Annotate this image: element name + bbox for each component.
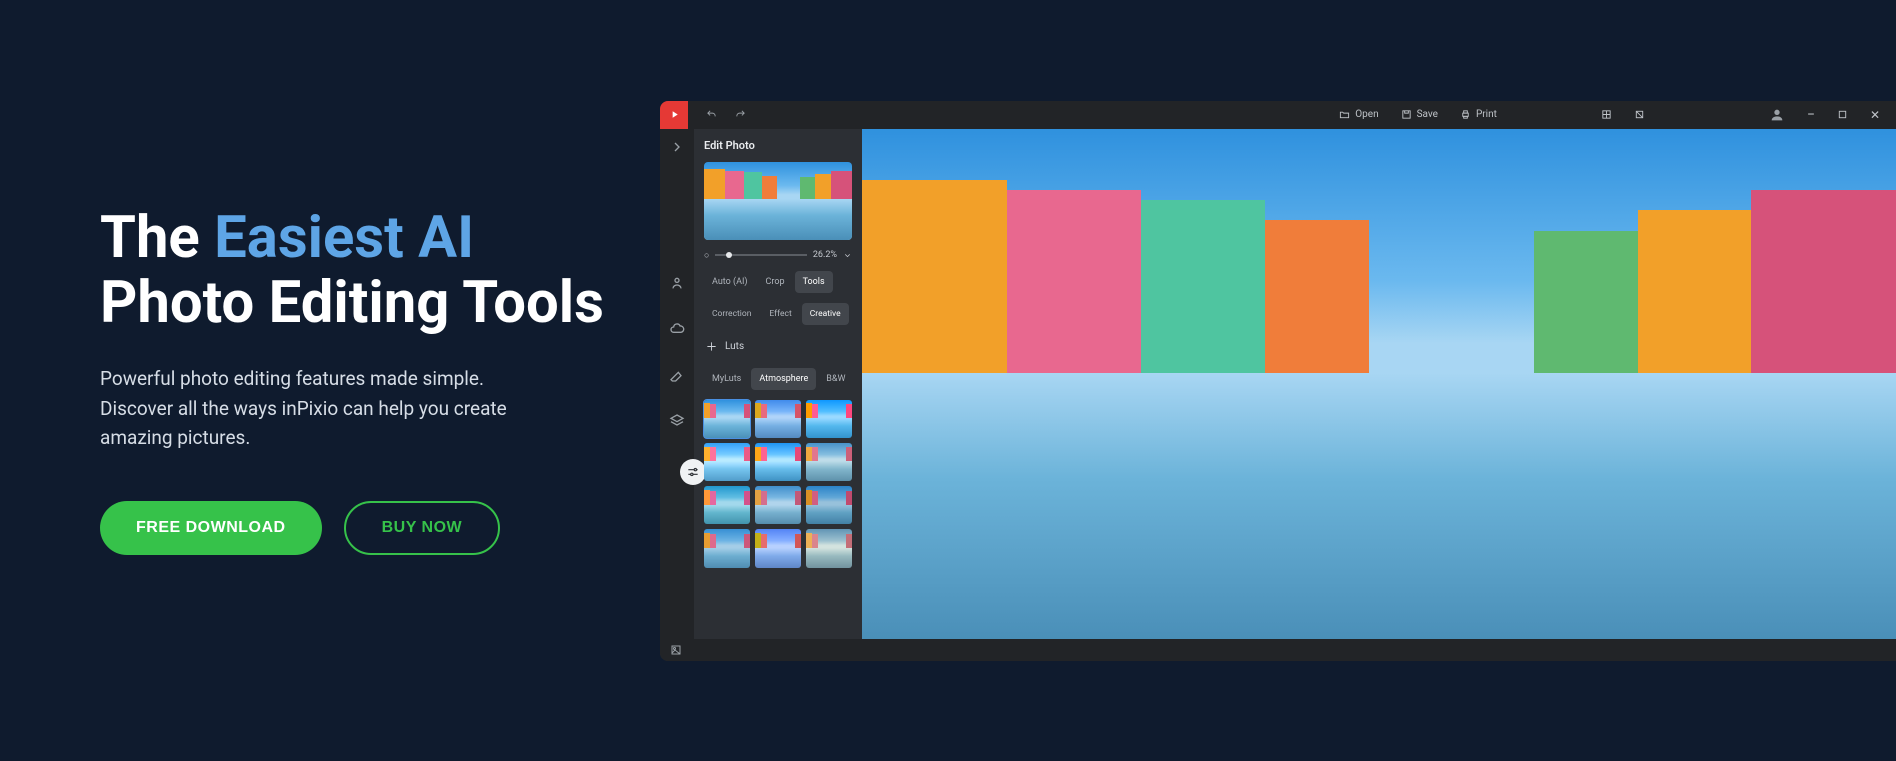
hero-content: The Easiest AI Photo Editing Tools Power… [100, 206, 660, 554]
open-label: Open [1355, 109, 1378, 120]
lut-tab-myluts[interactable]: MyLuts [704, 368, 749, 390]
main-canvas[interactable] [862, 129, 1896, 639]
main-tabs: Auto (AI) Crop Tools [704, 271, 852, 293]
luts-label: Luts [725, 341, 744, 352]
lut-tab-bw[interactable]: B&W [818, 368, 853, 390]
minimize-icon[interactable]: − [1807, 107, 1815, 123]
eraser-icon[interactable] [669, 367, 685, 383]
tab-auto-ai[interactable]: Auto (AI) [704, 271, 756, 293]
tab-tools[interactable]: Tools [795, 271, 833, 293]
lut-thumb[interactable] [806, 486, 852, 524]
app-logo [660, 101, 688, 129]
lut-thumb[interactable] [755, 443, 801, 481]
subtab-effect[interactable]: Effect [761, 303, 799, 325]
lut-thumb[interactable] [806, 443, 852, 481]
hero-description: Powerful photo editing features made sim… [100, 364, 560, 452]
lut-thumb[interactable] [755, 400, 801, 438]
lut-grid [704, 400, 852, 568]
subtab-correction[interactable]: Correction [704, 303, 759, 325]
maximize-icon[interactable] [1837, 109, 1848, 120]
luts-section-header[interactable]: Luts [704, 335, 852, 358]
chevron-right-icon[interactable] [669, 139, 685, 155]
title-post: Photo Editing Tools [100, 269, 604, 337]
layers-icon[interactable] [669, 413, 685, 429]
zoom-row: ○ 26.2% [704, 250, 852, 261]
edit-panel: Edit Photo ○ 26.2% Auto (AI) Crop Tools … [694, 129, 862, 639]
print-icon [1460, 109, 1471, 120]
redo-icon[interactable] [735, 109, 746, 120]
save-icon [1401, 109, 1412, 120]
undo-icon[interactable] [706, 109, 717, 120]
title-pre: The [100, 204, 214, 272]
sub-tabs: Correction Effect Creative [704, 303, 852, 325]
subtab-creative[interactable]: Creative [802, 303, 849, 325]
close-icon[interactable]: ✕ [1870, 108, 1880, 122]
grid-icon[interactable] [1601, 109, 1612, 120]
lut-thumb[interactable] [755, 529, 801, 567]
lut-thumb[interactable] [755, 486, 801, 524]
zoom-slider[interactable] [715, 254, 806, 256]
free-download-button[interactable]: FREE DOWNLOAD [100, 501, 322, 555]
title-accent: Easiest AI [214, 204, 474, 272]
tab-crop[interactable]: Crop [758, 271, 793, 293]
lut-thumb[interactable] [806, 529, 852, 567]
preview-thumbnail [704, 162, 852, 240]
lut-thumb[interactable] [704, 529, 750, 567]
zoom-value: 26.2% [813, 250, 837, 260]
lut-tabs: MyLuts Atmosphere B&W Vin [704, 368, 852, 390]
print-button[interactable]: Print [1460, 109, 1497, 120]
left-rail [660, 129, 694, 639]
app-mockup: Open Save Print − ✕ [660, 101, 1896, 661]
play-icon [669, 109, 680, 120]
zoom-out-icon[interactable]: ○ [704, 250, 709, 261]
hero-title: The Easiest AI Photo Editing Tools [100, 206, 620, 336]
lut-thumb[interactable] [704, 400, 750, 438]
print-label: Print [1476, 109, 1497, 120]
cta-row: FREE DOWNLOAD BUY NOW [100, 501, 620, 555]
lut-thumb[interactable] [806, 400, 852, 438]
app-topbar: Open Save Print − ✕ [660, 101, 1896, 129]
user-icon[interactable] [1769, 107, 1785, 123]
lut-thumb[interactable] [704, 443, 750, 481]
app-bottombar [660, 639, 1896, 661]
lut-thumb[interactable] [704, 486, 750, 524]
sparkle-icon [706, 341, 717, 352]
cloud-icon[interactable] [669, 321, 685, 337]
folder-icon [1339, 109, 1350, 120]
lut-tab-atmosphere[interactable]: Atmosphere [751, 368, 816, 390]
panel-title: Edit Photo [704, 139, 852, 152]
sliders-button[interactable] [680, 459, 706, 485]
compare-icon[interactable] [1634, 109, 1645, 120]
chevron-down-icon[interactable] [843, 251, 852, 260]
person-icon[interactable] [669, 275, 685, 291]
open-button[interactable]: Open [1339, 109, 1378, 120]
image-icon[interactable] [670, 644, 682, 656]
buy-now-button[interactable]: BUY NOW [344, 501, 501, 555]
save-label: Save [1417, 109, 1438, 120]
save-button[interactable]: Save [1401, 109, 1438, 120]
sliders-icon [686, 465, 700, 479]
